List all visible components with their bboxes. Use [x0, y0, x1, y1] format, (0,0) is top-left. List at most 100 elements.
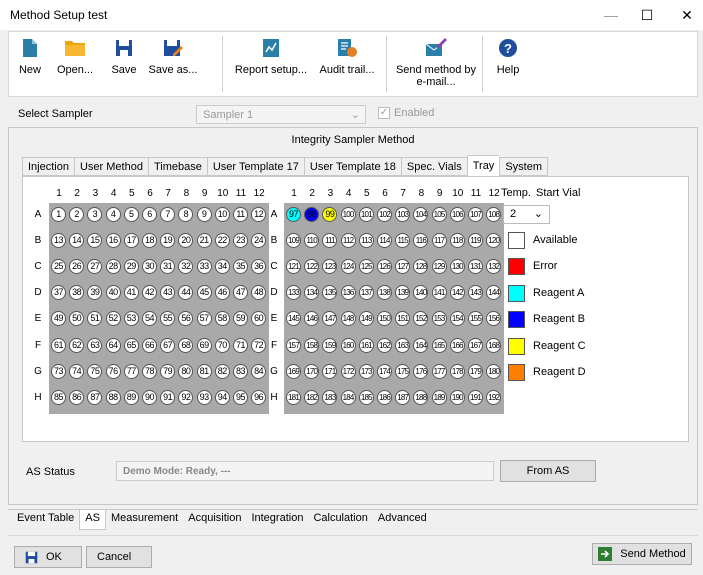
vial[interactable]: 153 [431, 311, 447, 327]
vial[interactable]: 102 [377, 207, 392, 222]
vial[interactable]: 173 [358, 363, 374, 379]
vial[interactable]: 86 [69, 389, 85, 405]
vial[interactable]: 188 [413, 389, 429, 405]
ok-button[interactable]: OK [14, 546, 82, 568]
vial[interactable]: 180 [486, 363, 502, 379]
vial[interactable]: 161 [358, 337, 374, 353]
vial[interactable]: 52 [105, 311, 121, 327]
vial[interactable]: 66 [142, 337, 157, 353]
vial[interactable]: 124 [340, 259, 356, 275]
vial[interactable]: 178 [449, 363, 465, 379]
vial[interactable]: 88 [105, 389, 121, 405]
vial[interactable]: 63 [87, 337, 103, 353]
tab-timebase[interactable]: Timebase [147, 157, 207, 176]
vial[interactable]: 97 [286, 207, 301, 222]
vial[interactable]: 62 [69, 337, 85, 353]
vial[interactable]: 64 [105, 337, 121, 353]
vial[interactable]: 158 [304, 337, 320, 353]
vial[interactable]: 33 [196, 259, 212, 275]
vial[interactable]: 95 [233, 389, 248, 405]
vial[interactable]: 82 [214, 363, 230, 379]
vial[interactable]: 105 [431, 207, 447, 222]
bottom-tab-measurement[interactable]: Measurement [106, 510, 183, 528]
vial[interactable]: 157 [286, 337, 301, 353]
vial[interactable]: 96 [251, 389, 267, 405]
vial[interactable]: 57 [196, 311, 212, 327]
vial[interactable]: 28 [105, 259, 121, 275]
bottom-tab-calculation[interactable]: Calculation [308, 510, 372, 528]
vial[interactable]: 29 [123, 259, 139, 275]
report-setup-button[interactable]: Report setup... [233, 34, 309, 96]
vial[interactable]: 182 [304, 389, 320, 405]
vial[interactable]: 112 [340, 233, 356, 249]
vial[interactable]: 106 [449, 207, 465, 222]
vial[interactable]: 130 [449, 259, 465, 275]
enabled-checkbox[interactable]: ✓ [378, 107, 390, 119]
vial[interactable]: 89 [123, 389, 139, 405]
minimize-button[interactable]: — [596, 4, 626, 26]
save-as-button[interactable]: Save as... [147, 34, 199, 96]
vial[interactable]: 71 [233, 337, 248, 353]
vial[interactable]: 164 [413, 337, 429, 353]
vial[interactable]: 70 [214, 337, 230, 353]
vial[interactable]: 142 [449, 285, 465, 301]
vial[interactable]: 177 [431, 363, 447, 379]
vial[interactable]: 91 [160, 389, 176, 405]
vial[interactable]: 174 [377, 363, 392, 379]
vial[interactable]: 61 [51, 337, 66, 353]
vial[interactable]: 67 [160, 337, 176, 353]
vial[interactable]: 168 [486, 337, 502, 353]
vial[interactable]: 78 [142, 363, 157, 379]
vial[interactable]: 109 [286, 233, 301, 249]
vial[interactable]: 90 [142, 389, 157, 405]
vial[interactable]: 73 [51, 363, 66, 379]
vial[interactable]: 159 [322, 337, 338, 353]
vial[interactable]: 101 [358, 207, 374, 222]
vial[interactable]: 79 [160, 363, 176, 379]
bottom-tab-as[interactable]: AS [79, 510, 106, 530]
save-button[interactable]: Save [109, 34, 139, 96]
bottom-tab-advanced[interactable]: Advanced [373, 510, 432, 528]
vial[interactable]: 184 [340, 389, 356, 405]
vial[interactable]: 163 [395, 337, 411, 353]
vial[interactable]: 74 [69, 363, 85, 379]
vial[interactable]: 179 [468, 363, 483, 379]
vial[interactable]: 125 [358, 259, 374, 275]
vial[interactable]: 191 [468, 389, 483, 405]
vial[interactable]: 165 [431, 337, 447, 353]
vial[interactable]: 41 [123, 285, 139, 301]
vial[interactable]: 1 [51, 207, 66, 222]
vial[interactable]: 13 [51, 233, 66, 249]
vial[interactable]: 65 [123, 337, 139, 353]
vial[interactable]: 107 [468, 207, 483, 222]
vial[interactable]: 175 [395, 363, 411, 379]
vial[interactable]: 169 [286, 363, 301, 379]
send-method-button[interactable]: Send Method [592, 543, 692, 565]
vial[interactable]: 176 [413, 363, 429, 379]
vial[interactable]: 6 [142, 207, 157, 222]
tab-user-template-18[interactable]: User Template 18 [303, 157, 401, 176]
tab-tray[interactable]: Tray [466, 155, 500, 176]
vial[interactable]: 84 [251, 363, 267, 379]
vial[interactable]: 68 [178, 337, 194, 353]
tab-spec-vials[interactable]: Spec. Vials [400, 157, 467, 176]
vial[interactable]: 77 [123, 363, 139, 379]
vial[interactable]: 23 [233, 233, 248, 249]
vial[interactable]: 45 [196, 285, 212, 301]
vial[interactable]: 186 [377, 389, 392, 405]
new-button[interactable]: New [15, 34, 45, 96]
bottom-tab-integration[interactable]: Integration [246, 510, 308, 528]
vial[interactable]: 92 [178, 389, 194, 405]
vial[interactable]: 190 [449, 389, 465, 405]
bottom-tab-acquisition[interactable]: Acquisition [183, 510, 246, 528]
open-button[interactable]: Open... [53, 34, 97, 96]
vial[interactable]: 137 [358, 285, 374, 301]
vial[interactable]: 167 [468, 337, 483, 353]
from-as-button[interactable]: From AS [500, 460, 596, 482]
tab-system[interactable]: System [499, 157, 548, 176]
vial[interactable]: 10 [214, 207, 230, 222]
close-button[interactable]: ✕ [672, 4, 702, 26]
bottom-tab-event-table[interactable]: Event Table [12, 510, 79, 528]
vial[interactable]: 87 [87, 389, 103, 405]
vial[interactable]: 22 [214, 233, 230, 249]
